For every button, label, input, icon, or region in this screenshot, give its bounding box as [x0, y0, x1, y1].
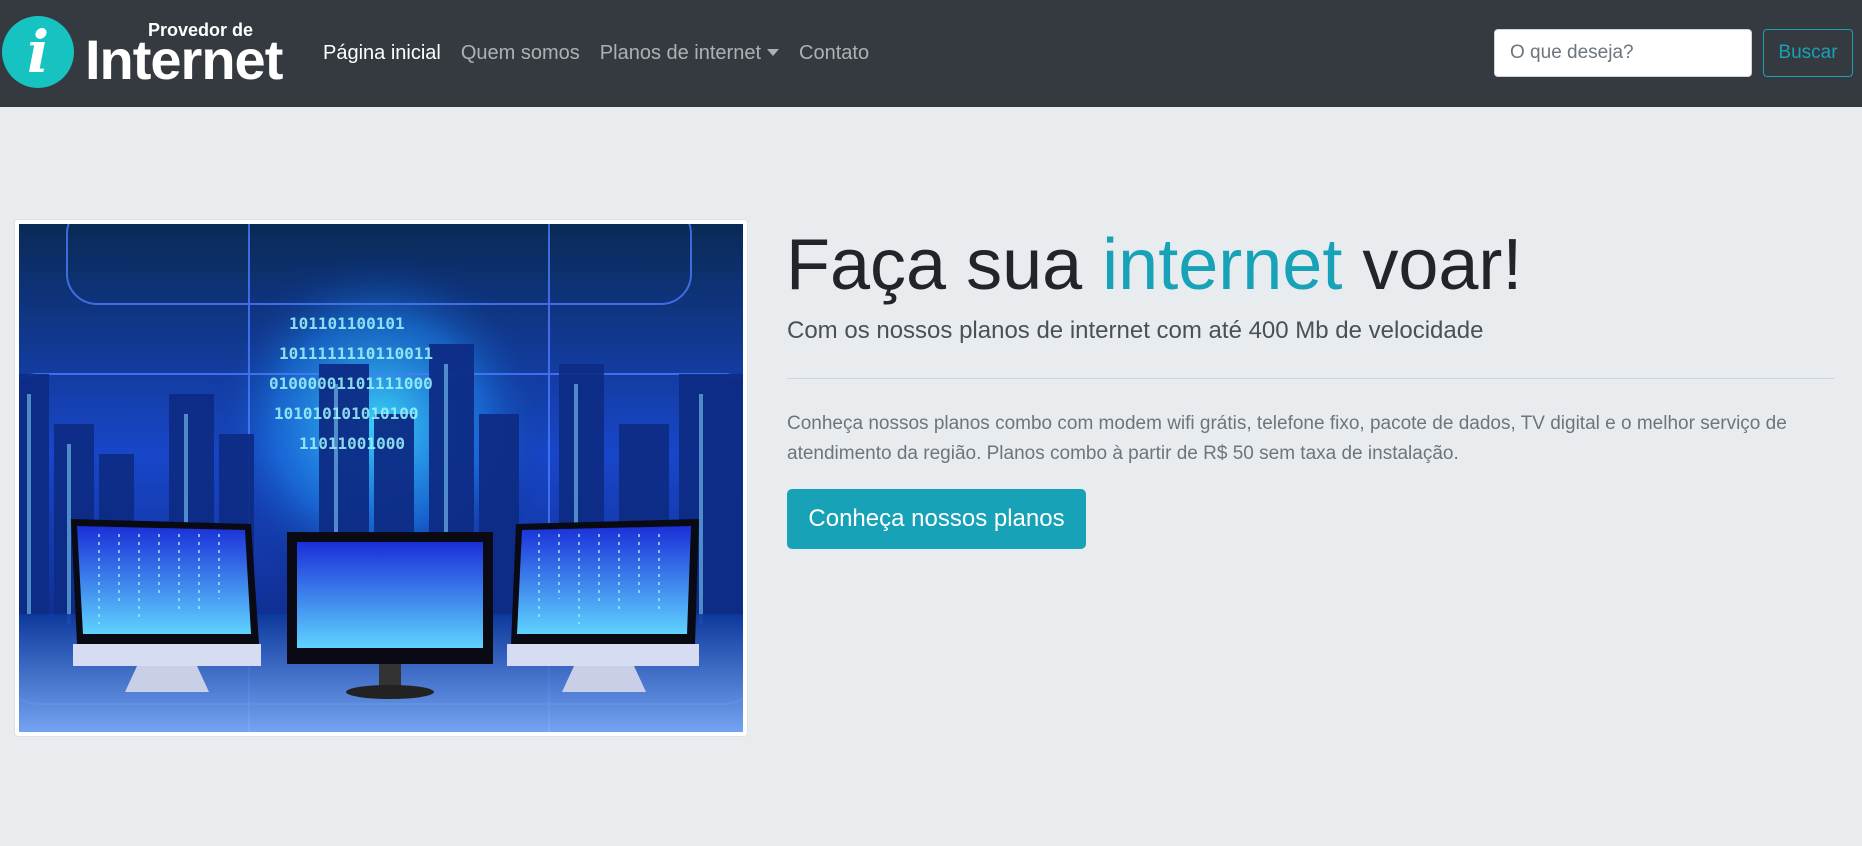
search-input[interactable]: [1494, 29, 1752, 77]
nav-link-pagina-inicial[interactable]: Página inicial: [313, 38, 451, 68]
caret-down-icon: [767, 49, 780, 56]
brand-main-text: Internet: [85, 28, 283, 91]
hero-headline: Faça sua internet voar!: [786, 222, 1522, 308]
info-i-icon: i: [26, 18, 50, 86]
nav-links: Página inicial Quem somos Planos de inte…: [313, 38, 879, 68]
svg-text:01000001101111000: 01000001101111000: [269, 374, 433, 393]
nav-link-contato[interactable]: Contato: [789, 38, 879, 68]
hero-lead: Com os nossos planos de internet com até…: [787, 317, 1484, 344]
headline-part: voar!: [1342, 225, 1523, 305]
search-button[interactable]: Buscar: [1763, 29, 1853, 77]
nav-link-quem-somos[interactable]: Quem somos: [451, 38, 590, 68]
svg-text:101010101010100: 101010101010100: [274, 404, 419, 423]
hero-image-frame: 101101100101 1011111110110011 0100000110…: [14, 219, 748, 737]
headline-part: Faça sua: [786, 225, 1103, 305]
cta-conheca-planos-button[interactable]: Conheça nossos planos: [787, 489, 1086, 549]
hero-body-text: Conheça nossos planos combo com modem wi…: [787, 413, 1787, 464]
nav-link-label: Página inicial: [323, 42, 441, 64]
nav-link-label: Contato: [799, 42, 870, 64]
divider: [787, 378, 1834, 379]
nav-link-label: Planos de internet: [599, 42, 762, 64]
svg-text:1011111110110011: 1011111110110011: [279, 344, 433, 363]
computer-monitors-city-image: 101101100101 1011111110110011 0100000110…: [19, 224, 743, 732]
navbar: i Provedor de Internet Página inicial Qu…: [0, 0, 1862, 107]
nav-link-label: Quem somos: [460, 42, 580, 64]
svg-text:11011001000: 11011001000: [299, 434, 405, 453]
brand-logo[interactable]: i Provedor de Internet: [2, 14, 283, 92]
svg-text:101101100101: 101101100101: [289, 314, 405, 333]
headline-accent: internet: [1102, 225, 1343, 305]
nav-link-planos-dropdown[interactable]: Planos de internet: [590, 38, 789, 68]
